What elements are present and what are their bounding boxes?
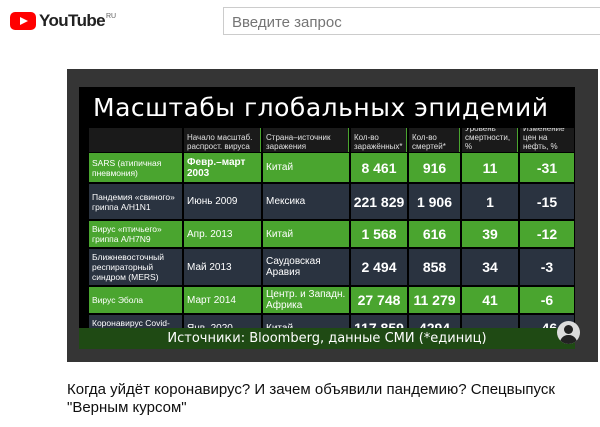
row-oil: -12: [520, 221, 574, 247]
row-deaths: 11 279: [409, 287, 460, 313]
row-infected: 2 494: [351, 249, 407, 285]
row-oil: -15: [520, 184, 574, 219]
row-infected: 27 748: [351, 287, 407, 313]
logo-region: RU: [106, 13, 117, 20]
table-row: Вирус «птичьего» гриппа A/H7N9 Апр. 2013…: [89, 221, 574, 247]
row-deaths: 916: [409, 153, 460, 182]
row-deaths: 616: [409, 221, 460, 247]
slide-title: Масштабы глобальных эпидемий: [93, 93, 549, 122]
row-mortality: 11: [462, 153, 518, 182]
table-header: Начало масштаб. распрост. вируса Страна–…: [89, 128, 574, 152]
row-name: Ближневосточный респираторный синдром (M…: [89, 249, 182, 285]
header-cell: Изменение цен на нефть, %: [520, 128, 574, 152]
row-mortality: 39: [462, 221, 518, 247]
row-country: Мексика: [263, 184, 349, 219]
play-logo-icon: [10, 12, 36, 30]
video-title[interactable]: Когда уйдёт коронавирус? И зачем объявил…: [67, 381, 597, 417]
row-deaths: 858: [409, 249, 460, 285]
header-cell: Уровень смертности, %: [462, 128, 518, 152]
header-cell: Страна–источник заражения: [263, 128, 349, 152]
header-cell-name: [89, 128, 182, 152]
table-row: Ближневосточный респираторный синдром (M…: [89, 249, 574, 285]
row-start: Апр. 2013: [184, 221, 261, 247]
youtube-logo[interactable]: YouTube RU: [10, 11, 116, 31]
slide-source: Источники: Bloomberg, данные СМИ (*едини…: [79, 328, 575, 349]
table-row: SARS (атипичная пневмония) Февр.–март 20…: [89, 153, 574, 182]
row-name: Вирус «птичьего» гриппа A/H7N9: [89, 221, 182, 247]
logo-text: YouTube: [39, 11, 106, 30]
row-infected: 221 829: [351, 184, 407, 219]
video-frame: Масштабы глобальных эпидемий Начало масш…: [79, 87, 575, 349]
header-cell: Начало масштаб. распрост. вируса: [184, 128, 261, 152]
video-player[interactable]: Масштабы глобальных эпидемий Начало масш…: [67, 69, 598, 362]
table-row: Вирус Эбола Март 2014 Центр. и Западн. А…: [89, 287, 574, 313]
row-mortality: 34: [462, 249, 518, 285]
row-name: SARS (атипичная пневмония): [89, 153, 182, 182]
row-country: Китай: [263, 221, 349, 247]
row-name: Вирус Эбола: [89, 287, 182, 313]
row-oil: -3: [520, 249, 574, 285]
top-bar: YouTube RU: [0, 0, 600, 44]
row-start: Март 2014: [184, 287, 261, 313]
row-name: Пандемия «свиного» гриппа A/H1N1: [89, 184, 182, 219]
channel-avatar-icon[interactable]: [557, 321, 580, 344]
row-country: Саудовская Аравия: [263, 249, 349, 285]
row-start: Февр.–март 2003: [184, 153, 261, 182]
row-start: Июнь 2009: [184, 184, 261, 219]
search-input[interactable]: [232, 12, 592, 32]
row-infected: 8 461: [351, 153, 407, 182]
row-country: Китай: [263, 153, 349, 182]
search-box[interactable]: [223, 7, 600, 35]
row-mortality: 1: [462, 184, 518, 219]
row-mortality: 41: [462, 287, 518, 313]
row-country: Центр. и Западн. Африка: [263, 287, 349, 313]
table-row: Пандемия «свиного» гриппа A/H1N1 Июнь 20…: [89, 184, 574, 219]
row-start: Май 2013: [184, 249, 261, 285]
header-cell: Кол-во смертей*: [409, 128, 460, 152]
row-oil: -31: [520, 153, 574, 182]
header-cell: Кол-во заражённых*: [351, 128, 407, 152]
row-deaths: 1 906: [409, 184, 460, 219]
row-oil: -6: [520, 287, 574, 313]
row-infected: 1 568: [351, 221, 407, 247]
